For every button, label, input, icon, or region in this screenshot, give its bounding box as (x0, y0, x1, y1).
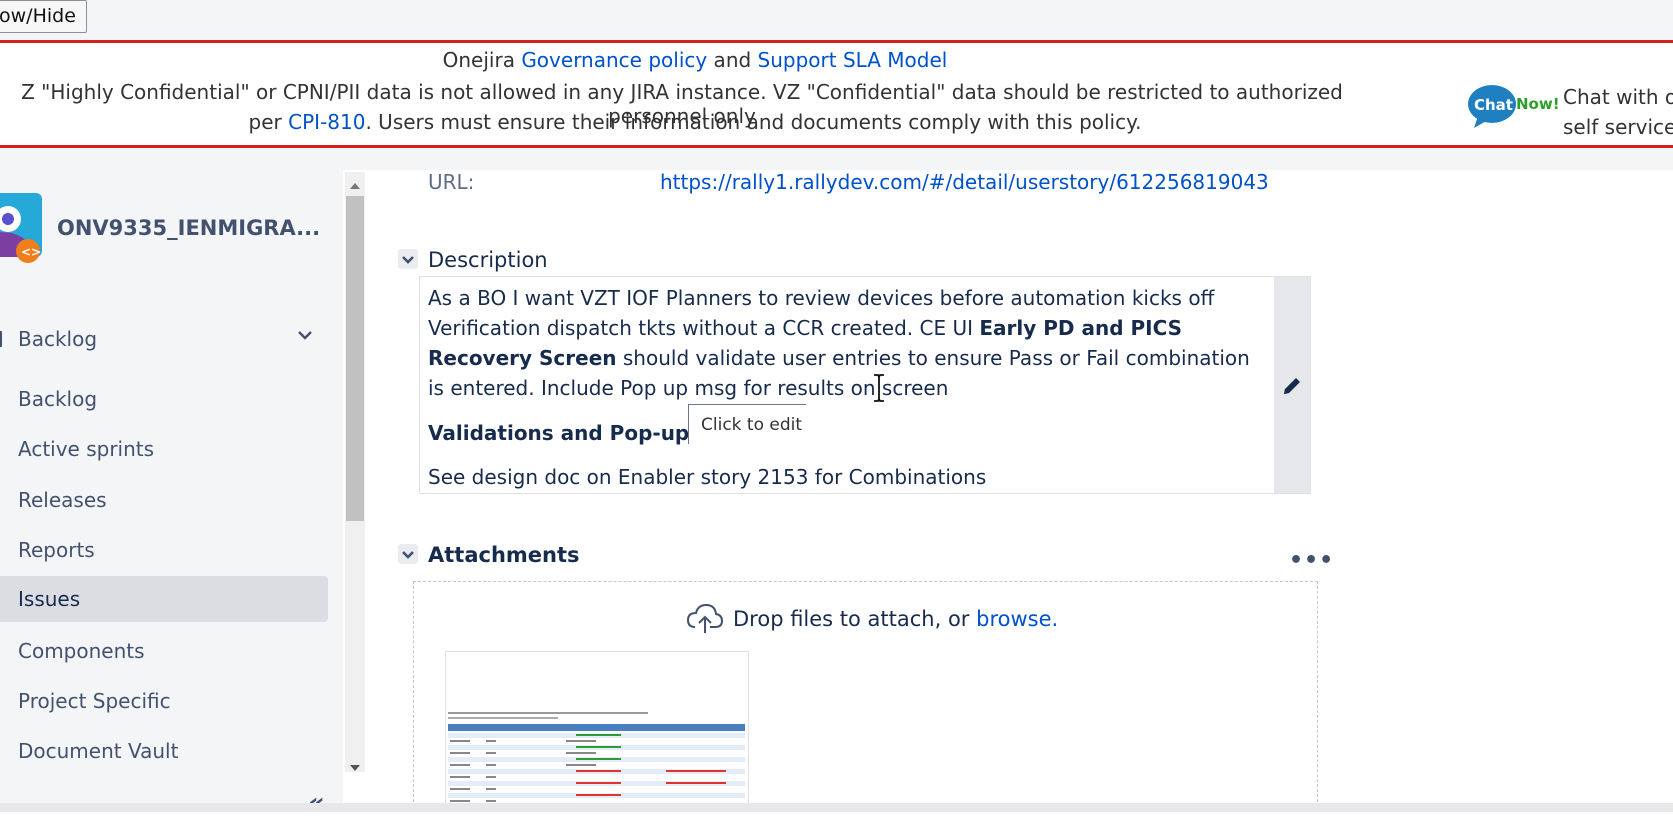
chat-now-logo[interactable]: Chat Now! (1468, 82, 1560, 130)
sidebar-item-label: Issues (18, 587, 81, 611)
sidebar-item-label: Backlog (18, 387, 98, 411)
sidebar-group-label: Backlog (18, 327, 98, 351)
sidebar-item-document-vault[interactable]: Document Vault (0, 729, 328, 773)
banner-spacer (0, 148, 1673, 170)
cpi-810-link[interactable]: CPI-810 (288, 110, 365, 134)
banner-line-1: Onejira Governance policy and Support SL… (0, 48, 1390, 72)
description-collapse-toggle[interactable] (398, 249, 418, 269)
top-toolbar (0, 0, 1673, 40)
browse-link[interactable]: browse. (976, 607, 1058, 631)
sidebar-item-reports[interactable]: Reports (0, 528, 328, 572)
sidebar-item-project-specific[interactable]: Project Specific (0, 679, 328, 723)
description-paragraph-1: As a BO I want VZT IOF Planners to revie… (428, 283, 1268, 403)
chat-line-1: Chat with ou (1563, 85, 1673, 109)
sidebar-scrollbar-thumb[interactable] (346, 196, 364, 521)
show-hide-button[interactable]: ow/Hide (0, 0, 87, 33)
sidebar-item-backlog[interactable]: Backlog (0, 377, 328, 421)
banner-text: . Users must ensure their information an… (365, 110, 1142, 134)
sidebar-group-backlog[interactable]: Backlog (0, 317, 328, 361)
sidebar-item-label: Project Specific (18, 689, 171, 713)
governance-policy-link[interactable]: Governance policy (521, 48, 707, 72)
more-options-icon[interactable]: ••• (1289, 548, 1334, 573)
sidebar-item-label: Components (18, 639, 145, 663)
sidebar-item-releases[interactable]: Releases (0, 478, 328, 522)
project-sidebar: Backlog Backlog Active sprints Releases … (0, 170, 343, 812)
drop-files-text: Drop files to attach, or browse. (733, 607, 1058, 631)
sidebar-item-issues[interactable]: Issues (0, 576, 328, 622)
sidebar-item-label: Releases (18, 488, 107, 512)
scroll-down-arrow-icon[interactable] (349, 758, 361, 777)
attachment-thumbnail[interactable] (445, 651, 749, 812)
scroll-up-arrow-icon[interactable] (349, 176, 361, 195)
sidebar-item-active-sprints[interactable]: Active sprints (0, 427, 328, 471)
project-name[interactable]: ONV9335_IENMIGRA... (57, 216, 320, 240)
attachments-heading: Attachments (428, 543, 580, 567)
drop-files-label: Drop files to attach, or (733, 607, 977, 631)
sidebar-item-label: Reports (18, 538, 95, 562)
click-to-edit-tooltip: Click to edit (688, 404, 806, 444)
pencil-icon[interactable] (1281, 375, 1303, 401)
banner-text: and (707, 48, 758, 72)
attachments-collapse-toggle[interactable] (398, 544, 418, 564)
chevron-down-icon[interactable] (296, 326, 314, 344)
description-paragraph-2: See design doc on Enabler story 2153 for… (428, 465, 987, 489)
sidebar-item-label: Active sprints (18, 437, 155, 461)
sidebar-item-components[interactable]: Components (0, 629, 328, 673)
url-field-label: URL: (428, 170, 475, 194)
cloud-upload-icon (686, 603, 724, 639)
support-sla-link[interactable]: Support SLA Model (758, 48, 948, 72)
banner-text: per (248, 110, 289, 134)
sidebar-item-label: Document Vault (18, 739, 179, 763)
horizontal-scrollbar[interactable] (0, 803, 1673, 812)
chat-line-2: self service o (1563, 115, 1673, 139)
description-subheading: Validations and Pop-up me (428, 421, 731, 445)
banner-line-3: per CPI-810. Users must ensure their inf… (0, 110, 1390, 134)
text-cursor-icon (871, 373, 887, 403)
board-icon (0, 331, 2, 347)
chat-logo-now: Now! (1516, 95, 1560, 113)
chat-description: Chat with ou self service o (1563, 82, 1673, 142)
project-avatar[interactable]: <> (0, 193, 42, 265)
svg-text:<>: <> (21, 245, 41, 259)
chat-logo-text: Chat (1474, 96, 1513, 114)
banner-text: Onejira (442, 48, 522, 72)
url-field-link[interactable]: https://rally1.rallydev.com/#/detail/use… (660, 170, 1269, 194)
description-heading: Description (428, 248, 548, 272)
